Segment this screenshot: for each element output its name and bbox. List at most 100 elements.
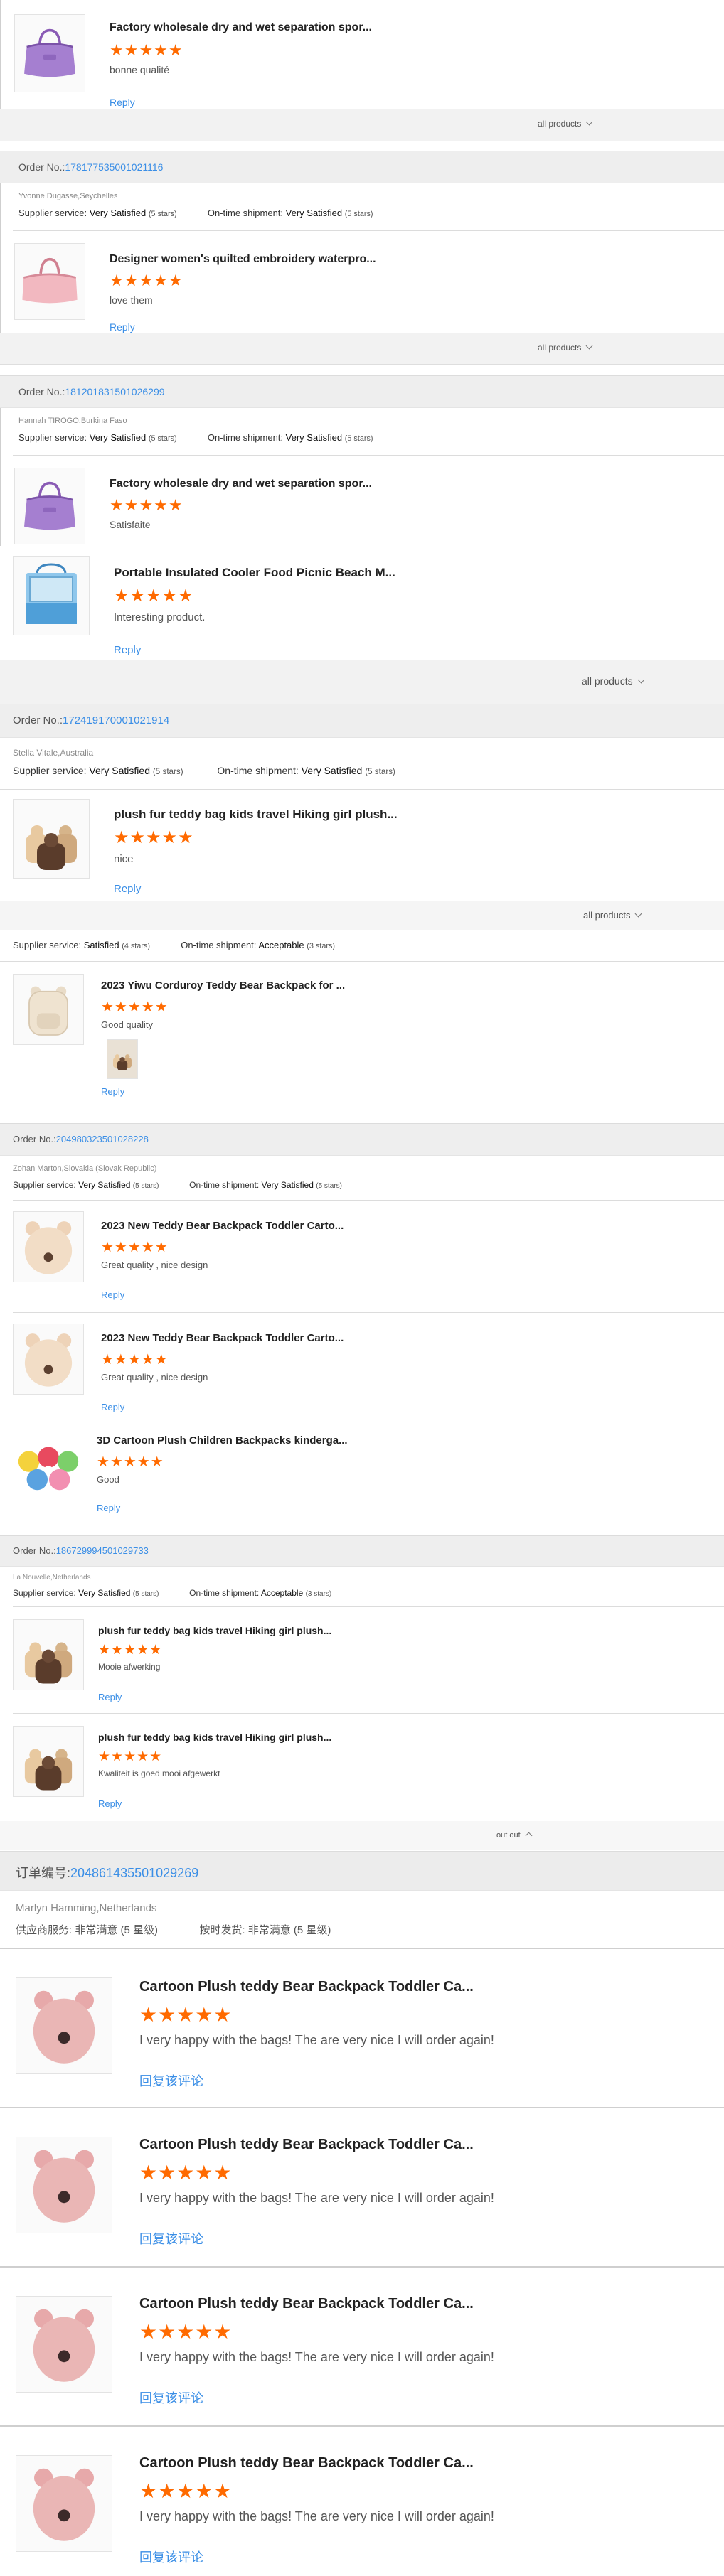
shipment-label: On-time shipment: [189, 1180, 260, 1190]
product-thumbnail[interactable] [13, 1429, 84, 1500]
reply-link[interactable]: Reply [110, 321, 135, 333]
product-title[interactable]: plush fur teddy bag kids travel Hiking g… [98, 1625, 331, 1636]
product-title[interactable]: Factory wholesale dry and wet separation… [110, 21, 372, 34]
star-rating: ★★★★★ [98, 1749, 163, 1764]
all-products-toggle[interactable]: all products [538, 118, 593, 129]
star-rating: ★★★★★ [139, 2480, 233, 2502]
buyer-name: Stella Vitale,Australia [13, 748, 94, 758]
product-title[interactable]: 2023 Yiwu Corduroy Teddy Bear Backpack f… [101, 980, 345, 992]
order-number-link[interactable]: 172419170001021914 [63, 714, 169, 726]
product-thumbnail[interactable] [13, 1726, 84, 1797]
all-products-label: all products [582, 675, 633, 687]
review-comment: Kwaliteit is goed mooi afgewerkt [98, 1769, 220, 1778]
order-header: Order No.: 204980323501028228 [0, 1123, 724, 1156]
product-thumbnail[interactable] [13, 556, 90, 635]
supplier-service-label: 供应商服务: [16, 1924, 73, 1936]
teddy-bags-image [16, 1622, 81, 1687]
review-comment: love them [110, 294, 153, 306]
all-products-toggle[interactable]: all products [582, 675, 645, 687]
reply-link[interactable]: 回复该评论 [139, 2071, 203, 2090]
review-comment: bonne qualité [110, 64, 170, 75]
reply-link[interactable]: Reply [98, 1798, 122, 1809]
pink-teddy-backpack-image [21, 2302, 107, 2387]
all-products-toggle[interactable]: all products [583, 910, 642, 921]
product-title[interactable]: Cartoon Plush teddy Bear Backpack Toddle… [139, 2296, 474, 2312]
product-title[interactable]: plush fur teddy bag kids travel Hiking g… [114, 807, 398, 822]
chevron-down-icon [635, 910, 642, 918]
product-title[interactable]: 2023 New Teddy Bear Backpack Toddler Car… [101, 1332, 344, 1344]
supplier-stars: (5 stars) [148, 434, 177, 443]
product-thumbnail[interactable] [13, 799, 90, 879]
order-number-label: Order No.: [13, 714, 63, 726]
put-out-toggle[interactable]: out out [496, 1831, 533, 1840]
product-title[interactable]: Factory wholesale dry and wet separation… [110, 478, 372, 490]
service-ratings: 供应商服务: 非常满意 (5 星级) 按时发货: 非常满意 (5 星级) [16, 1922, 331, 1937]
product-title[interactable]: Cartoon Plush teddy Bear Backpack Toddle… [139, 2137, 474, 2153]
all-products-toggle[interactable]: all products [538, 342, 593, 353]
review-item: 2023 Yiwu Corduroy Teddy Bear Backpack f… [0, 961, 724, 1123]
star-rating: ★★★★★ [101, 1352, 169, 1368]
order-card: Factory wholesale dry and wet separation… [0, 0, 724, 141]
reply-link[interactable]: Reply [114, 644, 141, 656]
reply-link[interactable]: 回复该评论 [139, 2548, 203, 2566]
reply-link[interactable]: 回复该评论 [139, 2229, 203, 2248]
shipment-stars: (5 星级) [293, 1924, 331, 1936]
order-card: Order No.: 186729994501029733 La Nouvell… [0, 1535, 724, 1851]
all-products-label: all products [538, 119, 582, 129]
pink-bag-image [17, 249, 82, 314]
review-comment: Interesting product. [114, 611, 206, 623]
product-title[interactable]: Designer women's quilted embroidery wate… [110, 253, 376, 266]
product-thumbnail[interactable] [16, 1977, 112, 2074]
reply-link[interactable]: Reply [110, 97, 135, 108]
reply-link[interactable]: Reply [101, 1289, 124, 1300]
reply-link[interactable]: 回复该评论 [139, 2388, 203, 2407]
review-photo[interactable] [107, 1039, 138, 1079]
product-title[interactable]: Portable Insulated Cooler Food Picnic Be… [114, 566, 395, 580]
supplier-service-label: Supplier service: [13, 765, 87, 776]
order-number-link[interactable]: 178177535001021116 [65, 161, 163, 173]
product-thumbnail[interactable] [14, 243, 85, 320]
reply-link[interactable]: Reply [101, 1086, 124, 1097]
product-thumbnail[interactable] [13, 1324, 84, 1395]
review-comment: Satisfaite [110, 519, 151, 530]
reply-link[interactable]: Reply [98, 1692, 122, 1702]
order-card: Order No.: 178177535001021116 Yvonne Dug… [0, 151, 724, 365]
product-title[interactable]: Cartoon Plush teddy Bear Backpack Toddle… [139, 2455, 474, 2472]
supplier-rating: 非常满意 [75, 1924, 118, 1936]
supplier-service-label: Supplier service: [13, 940, 82, 950]
star-rating: ★★★★★ [101, 999, 169, 1015]
product-thumbnail[interactable] [16, 2455, 112, 2552]
product-thumbnail[interactable] [13, 974, 84, 1045]
product-title[interactable]: 2023 New Teddy Bear Backpack Toddler Car… [101, 1220, 344, 1232]
product-thumbnail[interactable] [13, 1211, 84, 1282]
order-number-link[interactable]: 204980323501028228 [56, 1134, 149, 1144]
chevron-up-icon [525, 1832, 533, 1840]
product-thumbnail[interactable] [16, 2296, 112, 2393]
product-title[interactable]: 3D Cartoon Plush Children Backpacks kind… [97, 1434, 348, 1447]
reply-link[interactable]: Reply [101, 1402, 124, 1412]
order-number-link[interactable]: 204861435501029269 [70, 1866, 198, 1881]
review-item: 2023 New Teddy Bear Backpack Toddler Car… [0, 1312, 724, 1424]
review-item: Designer women's quilted embroidery wate… [0, 230, 724, 333]
cartoon-backpacks-image [14, 1429, 83, 1499]
product-thumbnail[interactable] [16, 2137, 112, 2233]
shipment-rating: Acceptable [258, 940, 304, 950]
reply-link[interactable]: Reply [114, 883, 141, 895]
order-header: Order No.: 178177535001021116 [0, 151, 724, 183]
shipment-stars: (3 stars) [307, 942, 335, 950]
star-rating: ★★★★★ [97, 1454, 164, 1470]
order-footer: all products [0, 333, 724, 365]
product-thumbnail[interactable] [14, 14, 85, 92]
product-title[interactable]: plush fur teddy bag kids travel Hiking g… [98, 1732, 331, 1743]
order-number-link[interactable]: 181201831501026299 [65, 386, 164, 397]
shipment-rating: Very Satisfied [301, 765, 363, 776]
product-thumbnail[interactable] [14, 468, 85, 544]
product-title[interactable]: Cartoon Plush teddy Bear Backpack Toddle… [139, 1979, 474, 1995]
supplier-stars: (4 stars) [122, 942, 150, 950]
buyer-name: La Nouvelle,Netherlands [13, 1574, 91, 1582]
reply-link[interactable]: Reply [97, 1503, 120, 1513]
supplier-stars: (5 stars) [148, 210, 177, 218]
order-number-link[interactable]: 186729994501029733 [56, 1545, 149, 1556]
service-ratings: Supplier service: Satisfied (4 stars) On… [13, 940, 335, 950]
product-thumbnail[interactable] [13, 1619, 84, 1690]
